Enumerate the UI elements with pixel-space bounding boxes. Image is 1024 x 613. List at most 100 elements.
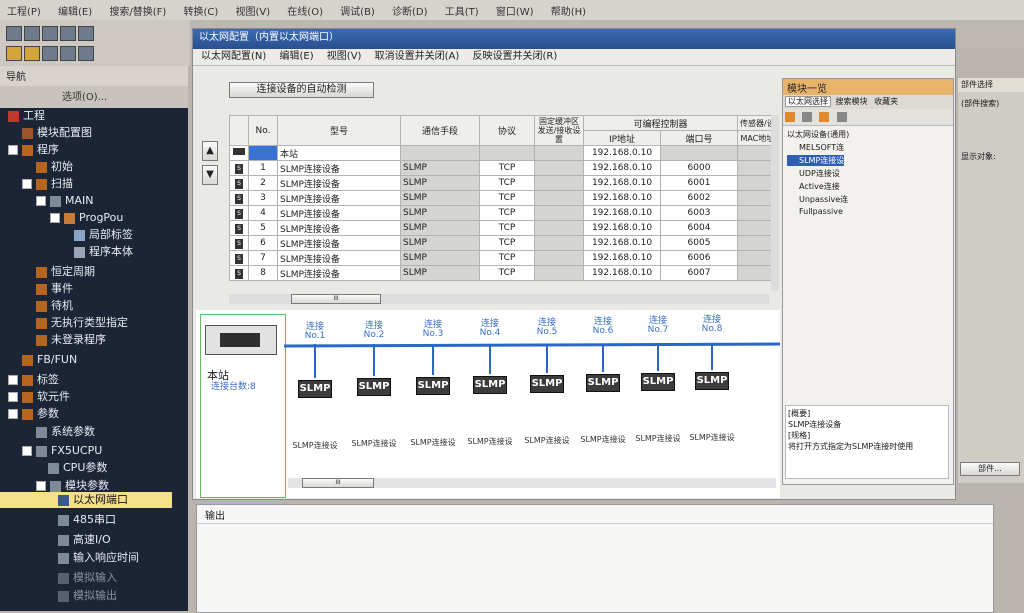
menu-convert[interactable]: 转换(C) xyxy=(176,0,225,21)
print-icon[interactable] xyxy=(60,26,76,41)
table-row[interactable]: S 4 SLMP连接设备 SLMP TCP 192.168.0.10 6003 xyxy=(229,205,778,221)
table-row[interactable]: S 3 SLMP连接设备 SLMP TCP 192.168.0.10 6002 xyxy=(229,190,778,206)
auto-detect-button[interactable]: 连接设备的自动检测 xyxy=(229,82,374,98)
slmp-node[interactable]: SLMP xyxy=(695,372,729,390)
tab-search-module[interactable]: 搜索模块 xyxy=(834,97,870,106)
slmp-node[interactable]: SLMP xyxy=(586,374,620,392)
slmp-node[interactable]: SLMP xyxy=(530,375,564,393)
table-row[interactable]: S 5 SLMP连接设备 SLMP TCP 192.168.0.10 6004 xyxy=(229,220,778,236)
menu-edit[interactable]: 编辑(E) xyxy=(51,0,99,21)
tree-system-params[interactable]: 系统参数 xyxy=(36,424,95,440)
delete-icon[interactable] xyxy=(836,112,847,122)
tree-input-response[interactable]: 输入响应时间 xyxy=(58,550,139,566)
tree-program[interactable]: 程序 xyxy=(8,142,59,158)
tree-initial[interactable]: 初始 xyxy=(36,159,73,175)
tree-485-port[interactable]: 485串口 xyxy=(58,512,116,528)
expand-icon[interactable] xyxy=(8,392,18,402)
tree-project[interactable]: 工程 xyxy=(8,108,45,124)
tree-labels[interactable]: 标签 xyxy=(8,372,59,388)
module-item[interactable]: Active连接 xyxy=(787,181,949,192)
tab-ethernet-select[interactable]: 以太网选择 xyxy=(785,96,831,107)
build-icon[interactable] xyxy=(24,46,40,61)
table-row[interactable]: S 2 SLMP连接设备 SLMP TCP 192.168.0.10 6001 xyxy=(229,175,778,191)
tree-parameters[interactable]: 参数 xyxy=(8,406,59,422)
menu-cancel-close[interactable]: 取消设置并关闭(A) xyxy=(375,51,460,62)
menu-search[interactable]: 搜索/替换(F) xyxy=(102,0,173,21)
module-item[interactable]: Unpassive连 xyxy=(787,194,949,205)
table-vscrollbar[interactable] xyxy=(771,115,779,291)
tree-root[interactable]: 以太网设备(通用) xyxy=(787,129,949,140)
table-row[interactable]: S 8 SLMP连接设备 SLMP TCP 192.168.0.10 6007 xyxy=(229,265,778,281)
filter-icon[interactable] xyxy=(802,112,813,122)
expand-icon[interactable] xyxy=(22,179,32,189)
menu-diagnostics[interactable]: 诊断(D) xyxy=(385,0,435,21)
save-icon[interactable] xyxy=(42,26,58,41)
new-icon[interactable] xyxy=(6,26,22,41)
tree-no-exec-type[interactable]: 无执行类型指定 xyxy=(36,315,128,331)
menu-apply-close[interactable]: 反映设置并关闭(R) xyxy=(472,51,557,62)
tree-unregistered[interactable]: 未登录程序 xyxy=(36,332,106,348)
tree-progpou[interactable]: ProgPou xyxy=(50,210,123,226)
table-row[interactable]: S 7 SLMP连接设备 SLMP TCP 192.168.0.10 6006 xyxy=(229,250,778,266)
tree-analog-output[interactable]: 模拟输出 xyxy=(58,588,117,604)
table-hscroll-thumb[interactable]: III xyxy=(291,294,381,304)
expand-icon[interactable] xyxy=(8,375,18,385)
tree-analog-input[interactable]: 模拟输入 xyxy=(58,570,117,586)
expand-icon[interactable] xyxy=(36,196,46,206)
module-item[interactable]: MELSOFT连 xyxy=(787,142,949,153)
tab-favorites[interactable]: 收藏夹 xyxy=(872,97,900,106)
module-item[interactable]: Fullpassive xyxy=(787,207,949,216)
table-row[interactable]: S 1 SLMP连接设备 SLMP TCP 192.168.0.10 6000 xyxy=(229,160,778,176)
module-item-selected[interactable]: SLMP连接设 xyxy=(787,155,845,166)
module-item[interactable]: UDP连接设 xyxy=(787,168,949,179)
sort-icon[interactable] xyxy=(785,112,795,122)
menu-ethernet-config[interactable]: 以太网配置(N) xyxy=(201,51,266,62)
expand-icon[interactable] xyxy=(8,145,18,155)
menu-view[interactable]: 视图(V) xyxy=(327,51,362,62)
tree-cpu-params[interactable]: CPU参数 xyxy=(48,460,107,476)
window-icon[interactable] xyxy=(78,46,94,61)
tree-scan[interactable]: 扫描 xyxy=(22,176,73,192)
component-search[interactable]: (部件搜索) xyxy=(958,92,1024,115)
menu-help[interactable]: 帮助(H) xyxy=(544,0,593,21)
help-icon[interactable] xyxy=(78,26,94,41)
slmp-node[interactable]: SLMP xyxy=(298,380,332,398)
table-hscrollbar[interactable]: III xyxy=(229,294,769,304)
tree-module-config[interactable]: 模块配置图 xyxy=(22,125,92,141)
list-icon[interactable] xyxy=(42,46,58,61)
menu-tools[interactable]: 工具(T) xyxy=(438,0,486,21)
tree-fx5ucpu[interactable]: FX5UCPU xyxy=(22,443,102,459)
tree-program-body[interactable]: 程序本体 xyxy=(74,244,133,260)
slmp-node[interactable]: SLMP xyxy=(357,378,391,396)
tree-devices[interactable]: 软元件 xyxy=(8,389,70,405)
tree-standby[interactable]: 待机 xyxy=(36,298,73,314)
menu-online[interactable]: 在线(O) xyxy=(280,0,330,21)
grid-icon[interactable] xyxy=(60,46,76,61)
tree-local-label[interactable]: 局部标签 xyxy=(74,227,133,243)
menu-debug[interactable]: 调试(B) xyxy=(333,0,382,21)
diagram-hscroll-thumb[interactable]: III xyxy=(302,478,374,488)
slmp-node[interactable]: SLMP xyxy=(416,377,450,395)
table-row[interactable]: S 6 SLMP连接设备 SLMP TCP 192.168.0.10 6005 xyxy=(229,235,778,251)
component-button[interactable]: 部件... xyxy=(960,462,1020,476)
tree-event[interactable]: 事件 xyxy=(36,281,73,297)
star-icon[interactable] xyxy=(819,112,830,122)
expand-icon[interactable] xyxy=(50,213,60,223)
tree-main[interactable]: MAIN xyxy=(36,193,94,209)
menu-window[interactable]: 窗口(W) xyxy=(489,0,541,21)
nav-options[interactable]: 选项(O)... xyxy=(62,92,107,103)
slmp-node[interactable]: SLMP xyxy=(641,373,675,391)
move-down-button[interactable]: ▼ xyxy=(202,165,218,185)
open-icon[interactable] xyxy=(24,26,40,41)
tree-highspeed-io[interactable]: 高速I/O xyxy=(58,532,111,548)
expand-icon[interactable] xyxy=(22,446,32,456)
menu-view[interactable]: 视图(V) xyxy=(228,0,277,21)
compile-icon[interactable] xyxy=(6,46,22,61)
tree-fb-fun[interactable]: FB/FUN xyxy=(22,352,77,368)
menu-project[interactable]: 工程(P) xyxy=(0,0,48,21)
tree-fixed-cycle[interactable]: 恒定周期 xyxy=(36,264,95,280)
diagram-hscrollbar[interactable]: III xyxy=(288,478,776,488)
expand-icon[interactable] xyxy=(36,481,46,491)
expand-icon[interactable] xyxy=(8,409,18,419)
tree-ethernet-port[interactable]: 以太网端口 xyxy=(0,492,172,508)
